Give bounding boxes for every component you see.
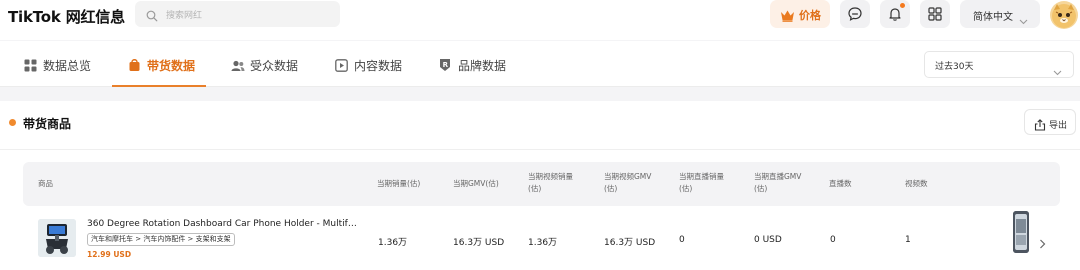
language-select[interactable]: 简体中文 [960, 0, 1040, 28]
notification-dot [900, 3, 905, 8]
price-label: 价格 [799, 9, 821, 22]
cell-live-sales: 0 [679, 235, 685, 245]
cell-live-gmv: 0 USD [754, 235, 782, 245]
col-header-live-gmv[interactable]: 当期直播GMV (估) [754, 171, 801, 195]
table-header: 商品 当期销量(估) 当期GMV(估) 当期视频销量 (估) 当期视频GMV (估)… [23, 162, 1060, 206]
tab-bar: 数据总览 带货数据 受众数据 内容数据 R 品牌数据 过去30天 [0, 41, 1080, 87]
grid-icon [928, 7, 942, 21]
chevron-down-icon [1053, 61, 1062, 80]
price-button[interactable]: 价格 [770, 0, 830, 28]
table-row[interactable]: 360 Degree Rotation Dashboard Car Phone … [23, 211, 1060, 270]
cell-sales: 1.36万 [378, 238, 408, 248]
col-header-live-count[interactable]: 直播数 [829, 178, 852, 190]
col-header-gmv[interactable]: 当期GMV(估) [453, 178, 499, 190]
tab-label: 带货数据 [147, 59, 196, 73]
col-header-sales[interactable]: 当期销量(估) [377, 178, 420, 190]
bell-icon [889, 8, 901, 21]
search-placeholder: 搜索网红 [166, 11, 203, 21]
message-button[interactable] [840, 0, 870, 28]
search-icon [146, 7, 158, 26]
col-header-live-sales[interactable]: 当期直播销量 (估) [679, 171, 724, 195]
notification-button[interactable] [880, 0, 910, 28]
product-price: 12.99 USD [87, 250, 132, 259]
users-icon [231, 57, 245, 76]
search-input[interactable]: 搜索网红 [135, 1, 340, 27]
brand-title: TikTok 网红信息 [8, 8, 125, 26]
product-category: 汽车和摩托车 > 汽车内饰配件 > 支架和支架 [87, 233, 235, 246]
tab-label: 品牌数据 [458, 59, 507, 73]
grid-icon [24, 57, 37, 76]
video-thumbnail[interactable] [1013, 211, 1029, 253]
apps-button[interactable] [920, 0, 950, 28]
product-image[interactable] [38, 219, 76, 257]
section-title: 带货商品 [23, 117, 72, 131]
tab-label: 内容数据 [354, 59, 403, 73]
cell-video-sales: 1.36万 [528, 238, 558, 248]
col-header-product[interactable]: 商品 [38, 178, 53, 190]
video-icon [335, 57, 348, 76]
export-button[interactable]: 导出 [1024, 109, 1076, 135]
brand-icon: R [439, 57, 451, 76]
message-icon [848, 7, 862, 21]
language-label: 简体中文 [973, 12, 1013, 23]
date-range-label: 过去30天 [935, 62, 974, 72]
col-header-video-gmv[interactable]: 当期视频GMV (估) [604, 171, 651, 195]
crown-icon [780, 7, 795, 26]
svg-text:R: R [443, 61, 449, 69]
chevron-down-icon [1019, 10, 1028, 29]
col-header-video-count[interactable]: 视频数 [905, 178, 928, 190]
cell-video-gmv: 16.3万 USD [604, 238, 656, 248]
top-bar: TikTok 网红信息 搜索网红 价格 简体中文 [0, 0, 1080, 40]
export-label: 导出 [1049, 121, 1068, 131]
cell-gmv: 16.3万 USD [453, 238, 505, 248]
active-tab-indicator [112, 85, 206, 87]
product-name[interactable]: 360 Degree Rotation Dashboard Car Phone … [87, 219, 359, 229]
cell-video-count: 1 [905, 235, 911, 245]
tab-label: 数据总览 [43, 59, 92, 73]
col-header-video-sales[interactable]: 当期视频销量 (估) [528, 171, 573, 195]
page-root: TikTok 网红信息 搜索网红 价格 简体中文 数据总览 带货数据 受众数据 … [0, 0, 1080, 270]
section-divider [0, 149, 1080, 150]
export-icon [1034, 116, 1046, 135]
avatar[interactable] [1050, 1, 1078, 29]
products-section: 带货商品 导出 商品 当期销量(估) 当期GMV(估) 当期视频销量 (估) 当期… [0, 101, 1080, 270]
date-range-select[interactable]: 过去30天 [924, 51, 1074, 78]
shopping-bag-icon [128, 57, 141, 76]
tab-label: 受众数据 [250, 59, 299, 73]
section-marker [9, 119, 16, 126]
cell-live-count: 0 [830, 235, 836, 245]
chevron-right-icon[interactable] [1039, 234, 1046, 253]
